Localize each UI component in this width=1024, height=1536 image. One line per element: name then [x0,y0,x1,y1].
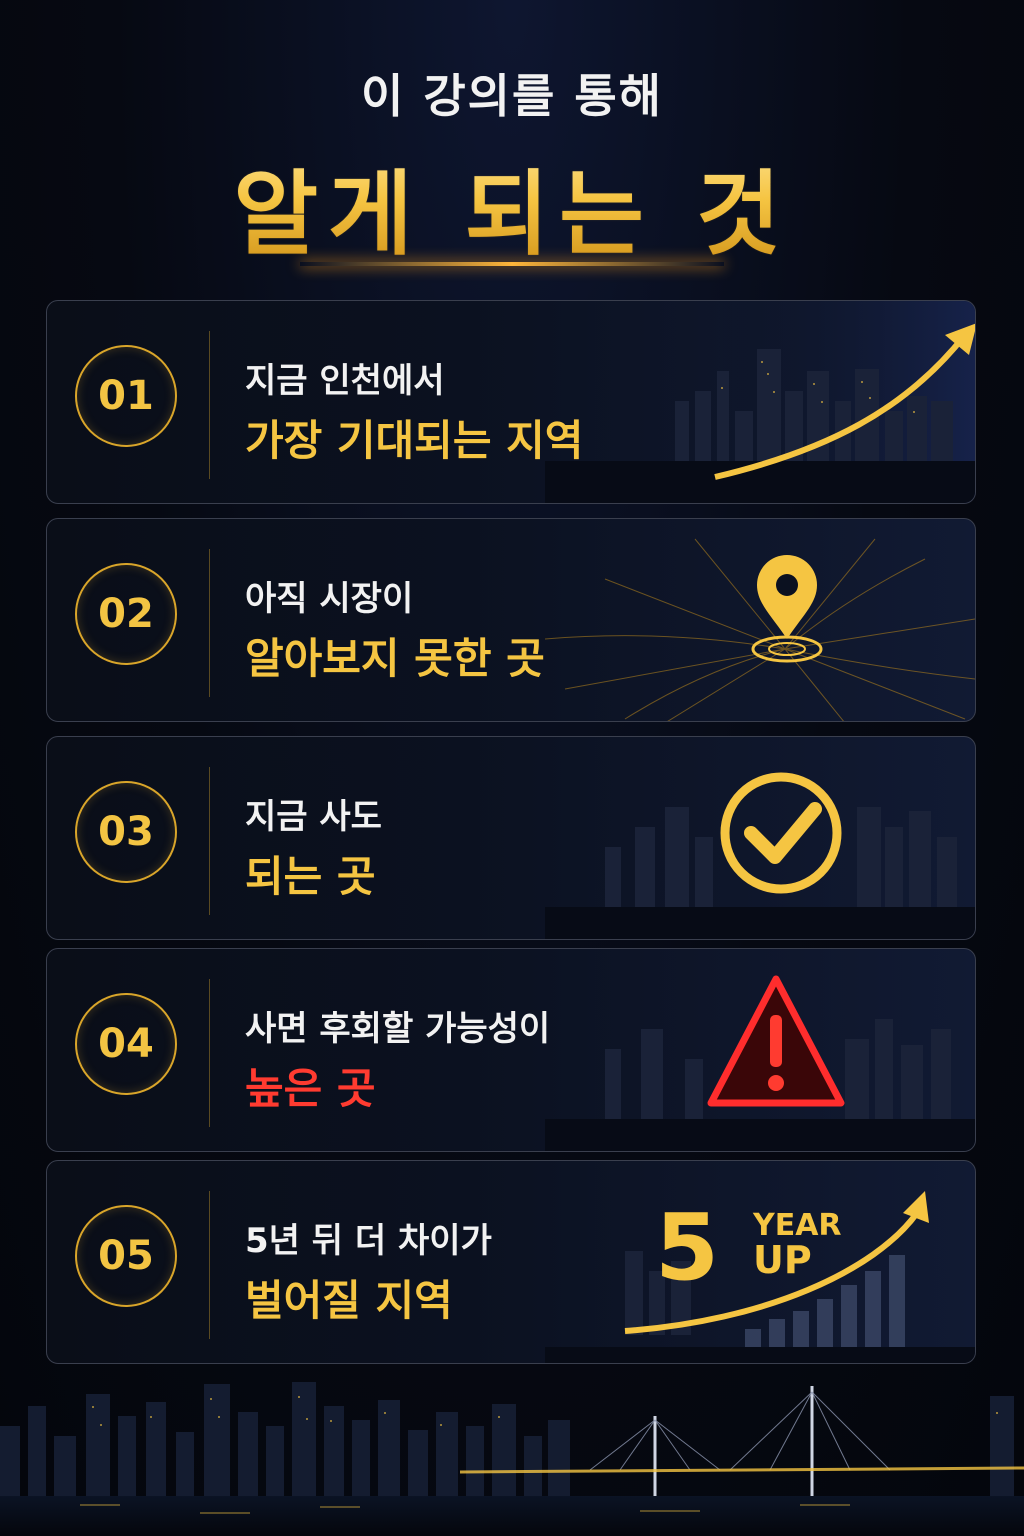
divider [209,1191,210,1339]
subtitle: 이 강의를 통해 [361,69,663,123]
rising-arrow-icon [545,301,975,503]
number-badge: 02 [75,563,177,665]
number-badge: 03 [75,781,177,883]
item-line1: 5년 뒤 더 차이가 [245,1221,492,1261]
location-pin-icon [545,538,975,721]
list-item-3: 03 지금 사도 되는 곳 [46,736,976,940]
growth-chart-icon: 5 YEAR UP [545,1191,975,1363]
up-label: UP [753,1238,812,1282]
item-line2: 가장 기대되는 지역 [245,416,584,465]
divider [209,331,210,479]
header: 이 강의를 통해 알게 되는 것 [0,60,1024,273]
item-line2: 알아보지 못한 곳 [245,634,545,683]
five-number: 5 [655,1194,719,1301]
title-divider [300,262,724,266]
warning-icon [545,975,975,1151]
item-line1: 사면 후회할 가능성이 [245,1009,551,1049]
divider [209,549,210,697]
item-line2: 벌어질 지역 [245,1276,453,1325]
item-line2: 높은 곳 [245,1064,376,1113]
skyline-illustration [0,1382,1024,1536]
item-line1: 지금 사도 [245,797,382,837]
number-badge: 01 [75,345,177,447]
list-item-4: 04 사면 후회할 가능성이 높은 곳 [46,948,976,1152]
divider [209,767,210,915]
list-item-2: 02 아직 시장이 알아보지 못한 곳 [46,518,976,722]
list-item-5: 05 5년 뒤 더 차이가 벌어질 지역 5 YEAR UP [46,1160,976,1364]
list-item-1: 01 지금 인천에서 가장 기대되는 지역 [46,300,976,504]
divider [209,979,210,1127]
number-badge: 04 [75,993,177,1095]
item-line2: 되는 곳 [245,852,376,901]
item-line1: 지금 인천에서 [245,361,445,401]
page-title: 알게 되는 것 [0,140,1024,273]
item-line1: 아직 시장이 [245,579,414,619]
number-badge: 05 [75,1205,177,1307]
check-circle-icon [545,772,975,939]
